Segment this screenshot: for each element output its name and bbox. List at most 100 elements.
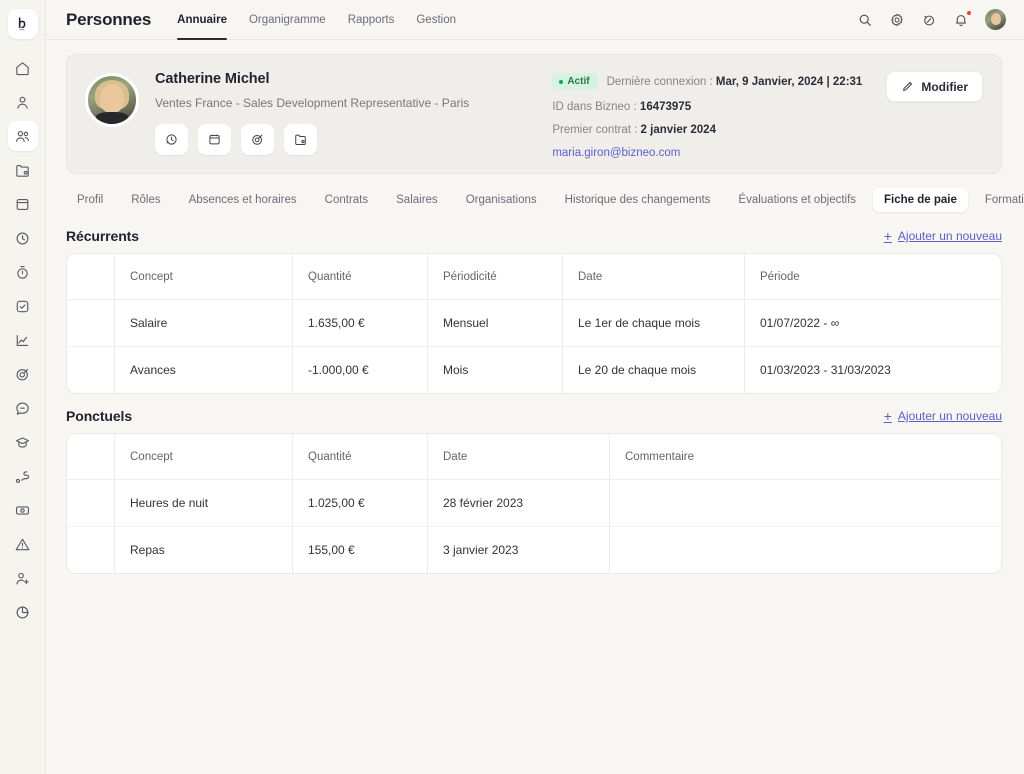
sidebar-item-objectives[interactable] [8, 359, 38, 389]
calendar-button[interactable] [198, 124, 231, 155]
table-row[interactable]: Avances -1.000,00 € Mois Le 20 de chaque… [67, 347, 1001, 393]
tab-historique[interactable]: Historique des changements [554, 188, 722, 212]
target-icon [16, 368, 29, 380]
sidebar-item-messages[interactable] [8, 393, 38, 423]
table-head: Concept Quantité Périodicité Date Périod… [67, 254, 1001, 300]
top-nav-rapports[interactable]: Rapports [348, 0, 395, 40]
table-row[interactable]: Salaire 1.635,00 € Mensuel Le 1er de cha… [67, 300, 1001, 347]
person-icon [17, 96, 28, 109]
notification-badge [966, 9, 972, 16]
add-new-label: Ajouter un nouveau [897, 409, 1002, 423]
row-gutter [67, 480, 114, 527]
column-date[interactable]: Date [562, 254, 744, 300]
graduation-cap-icon [15, 436, 30, 448]
documents-button[interactable] [284, 124, 317, 155]
sidebar-item-recruiting[interactable] [8, 563, 38, 593]
help-compass-icon[interactable] [921, 12, 937, 28]
cell-date: 28 février 2023 [427, 480, 609, 527]
cell-quantite: 1.025,00 € [292, 480, 427, 527]
gear-icon[interactable] [889, 12, 905, 28]
tab-organisations[interactable]: Organisations [455, 188, 548, 212]
plus-icon: + [883, 408, 892, 424]
top-nav: Annuaire Organigramme Rapports Gestion [177, 0, 456, 40]
user-avatar[interactable] [985, 9, 1006, 30]
compass-glyph [924, 15, 935, 25]
sidebar-item-training[interactable] [8, 427, 38, 457]
sidebar-item-reports[interactable] [8, 597, 38, 627]
journey-icon [15, 470, 30, 483]
column-periode[interactable]: Période [744, 254, 1001, 300]
table-row[interactable]: Repas 155,00 € 3 janvier 2023 [67, 527, 1001, 573]
column-periodicite[interactable]: Périodicité [427, 254, 562, 300]
cell-periode: 01/07/2022 - ∞ [744, 300, 1001, 347]
sidebar-item-people[interactable] [7, 121, 38, 151]
sidebar-item-archive[interactable] [8, 189, 38, 219]
top-nav-organigramme[interactable]: Organigramme [249, 0, 326, 40]
tab-contrats[interactable]: Contrats [314, 188, 379, 212]
add-new-ponctuel-link[interactable]: + Ajouter un nouveau [884, 409, 1002, 423]
profile-card: Catherine Michel Ventes France - Sales D… [66, 54, 1002, 174]
column-quantite[interactable]: Quantité [292, 434, 427, 480]
cell-quantite: 155,00 € [292, 527, 427, 573]
sidebar-item-timer[interactable] [8, 257, 38, 287]
bizneo-id: ID dans Bizneo : 16473975 [552, 101, 872, 113]
row-gutter [67, 527, 114, 573]
avatar-torso [95, 112, 129, 124]
column-commentaire[interactable]: Commentaire [609, 434, 1001, 480]
sidebar-item-home[interactable] [8, 53, 38, 83]
section-recurrents: Récurrents + Ajouter un nouveau Concept … [66, 228, 1002, 394]
objectives-button[interactable] [241, 124, 274, 155]
sidebar-item-analytics[interactable] [8, 325, 38, 355]
first-contract-value: 2 janvier 2024 [640, 124, 716, 136]
top-nav-gestion[interactable]: Gestion [416, 0, 456, 40]
tab-formation[interactable]: Formation [974, 188, 1024, 212]
tab-fiche-de-paie[interactable]: Fiche de paie [873, 188, 968, 212]
column-date[interactable]: Date [427, 434, 609, 480]
archive-icon [16, 198, 29, 210]
add-new-recurrent-link[interactable]: + Ajouter un nouveau [884, 229, 1002, 243]
sidebar-item-tasks[interactable] [8, 291, 38, 321]
tab-roles[interactable]: Rôles [120, 188, 171, 212]
money-icon [15, 505, 30, 515]
search-icon[interactable] [857, 12, 873, 28]
sidebar-item-clock[interactable] [8, 223, 38, 253]
section-ponctuels: Ponctuels + Ajouter un nouveau Concept Q… [66, 408, 1002, 574]
cell-periodicite: Mensuel [427, 300, 562, 347]
time-tracking-button[interactable] [155, 124, 188, 155]
bell-icon[interactable] [953, 9, 972, 28]
top-nav-annuaire[interactable]: Annuaire [177, 0, 227, 40]
sidebar-item-folder[interactable] [8, 155, 38, 185]
documents-folder-icon [295, 134, 306, 145]
people-icon [15, 130, 30, 142]
profile-meta: Actif Dernière connexion : Mar, 9 Janvie… [552, 71, 872, 159]
alert-triangle-icon [15, 538, 30, 550]
column-concept[interactable]: Concept [114, 254, 292, 300]
sidebar-item-journey[interactable] [8, 461, 38, 491]
tab-salaires[interactable]: Salaires [385, 188, 449, 212]
sidebar-item-person[interactable] [8, 87, 38, 117]
last-connection-value: Mar, 9 Janvier, 2024 | 22:31 [715, 75, 863, 88]
profile-quick-actions [155, 124, 552, 155]
employee-role: Ventes France - Sales Development Repres… [155, 96, 470, 110]
section-title: Récurrents [66, 228, 139, 244]
status-row: Actif Dernière connexion : Mar, 9 Janvie… [552, 73, 872, 90]
edit-button[interactable]: Modifier [886, 71, 983, 102]
row-gutter [67, 347, 114, 393]
plus-icon: + [883, 228, 892, 244]
gutter-column [67, 434, 114, 480]
sidebar-item-payroll[interactable] [8, 495, 38, 525]
sidebar-item-alerts[interactable] [8, 529, 38, 559]
cell-commentaire [609, 480, 1001, 527]
column-concept[interactable]: Concept [114, 434, 292, 480]
cell-commentaire [609, 527, 1001, 573]
tab-evaluations[interactable]: Évaluations et objectifs [727, 188, 867, 212]
tab-profil[interactable]: Profil [66, 188, 114, 212]
table-row[interactable]: Heures de nuit 1.025,00 € 28 février 202… [67, 480, 1001, 527]
tab-absences[interactable]: Absences et horaires [178, 188, 308, 212]
employee-email[interactable]: maria.giron@bizneo.com [552, 147, 872, 159]
cell-periode: 01/03/2023 - 31/03/2023 [744, 347, 1001, 393]
column-quantite[interactable]: Quantité [292, 254, 427, 300]
home-icon [16, 61, 29, 75]
app-logo[interactable] [7, 9, 38, 39]
cell-concept: Heures de nuit [114, 480, 292, 527]
